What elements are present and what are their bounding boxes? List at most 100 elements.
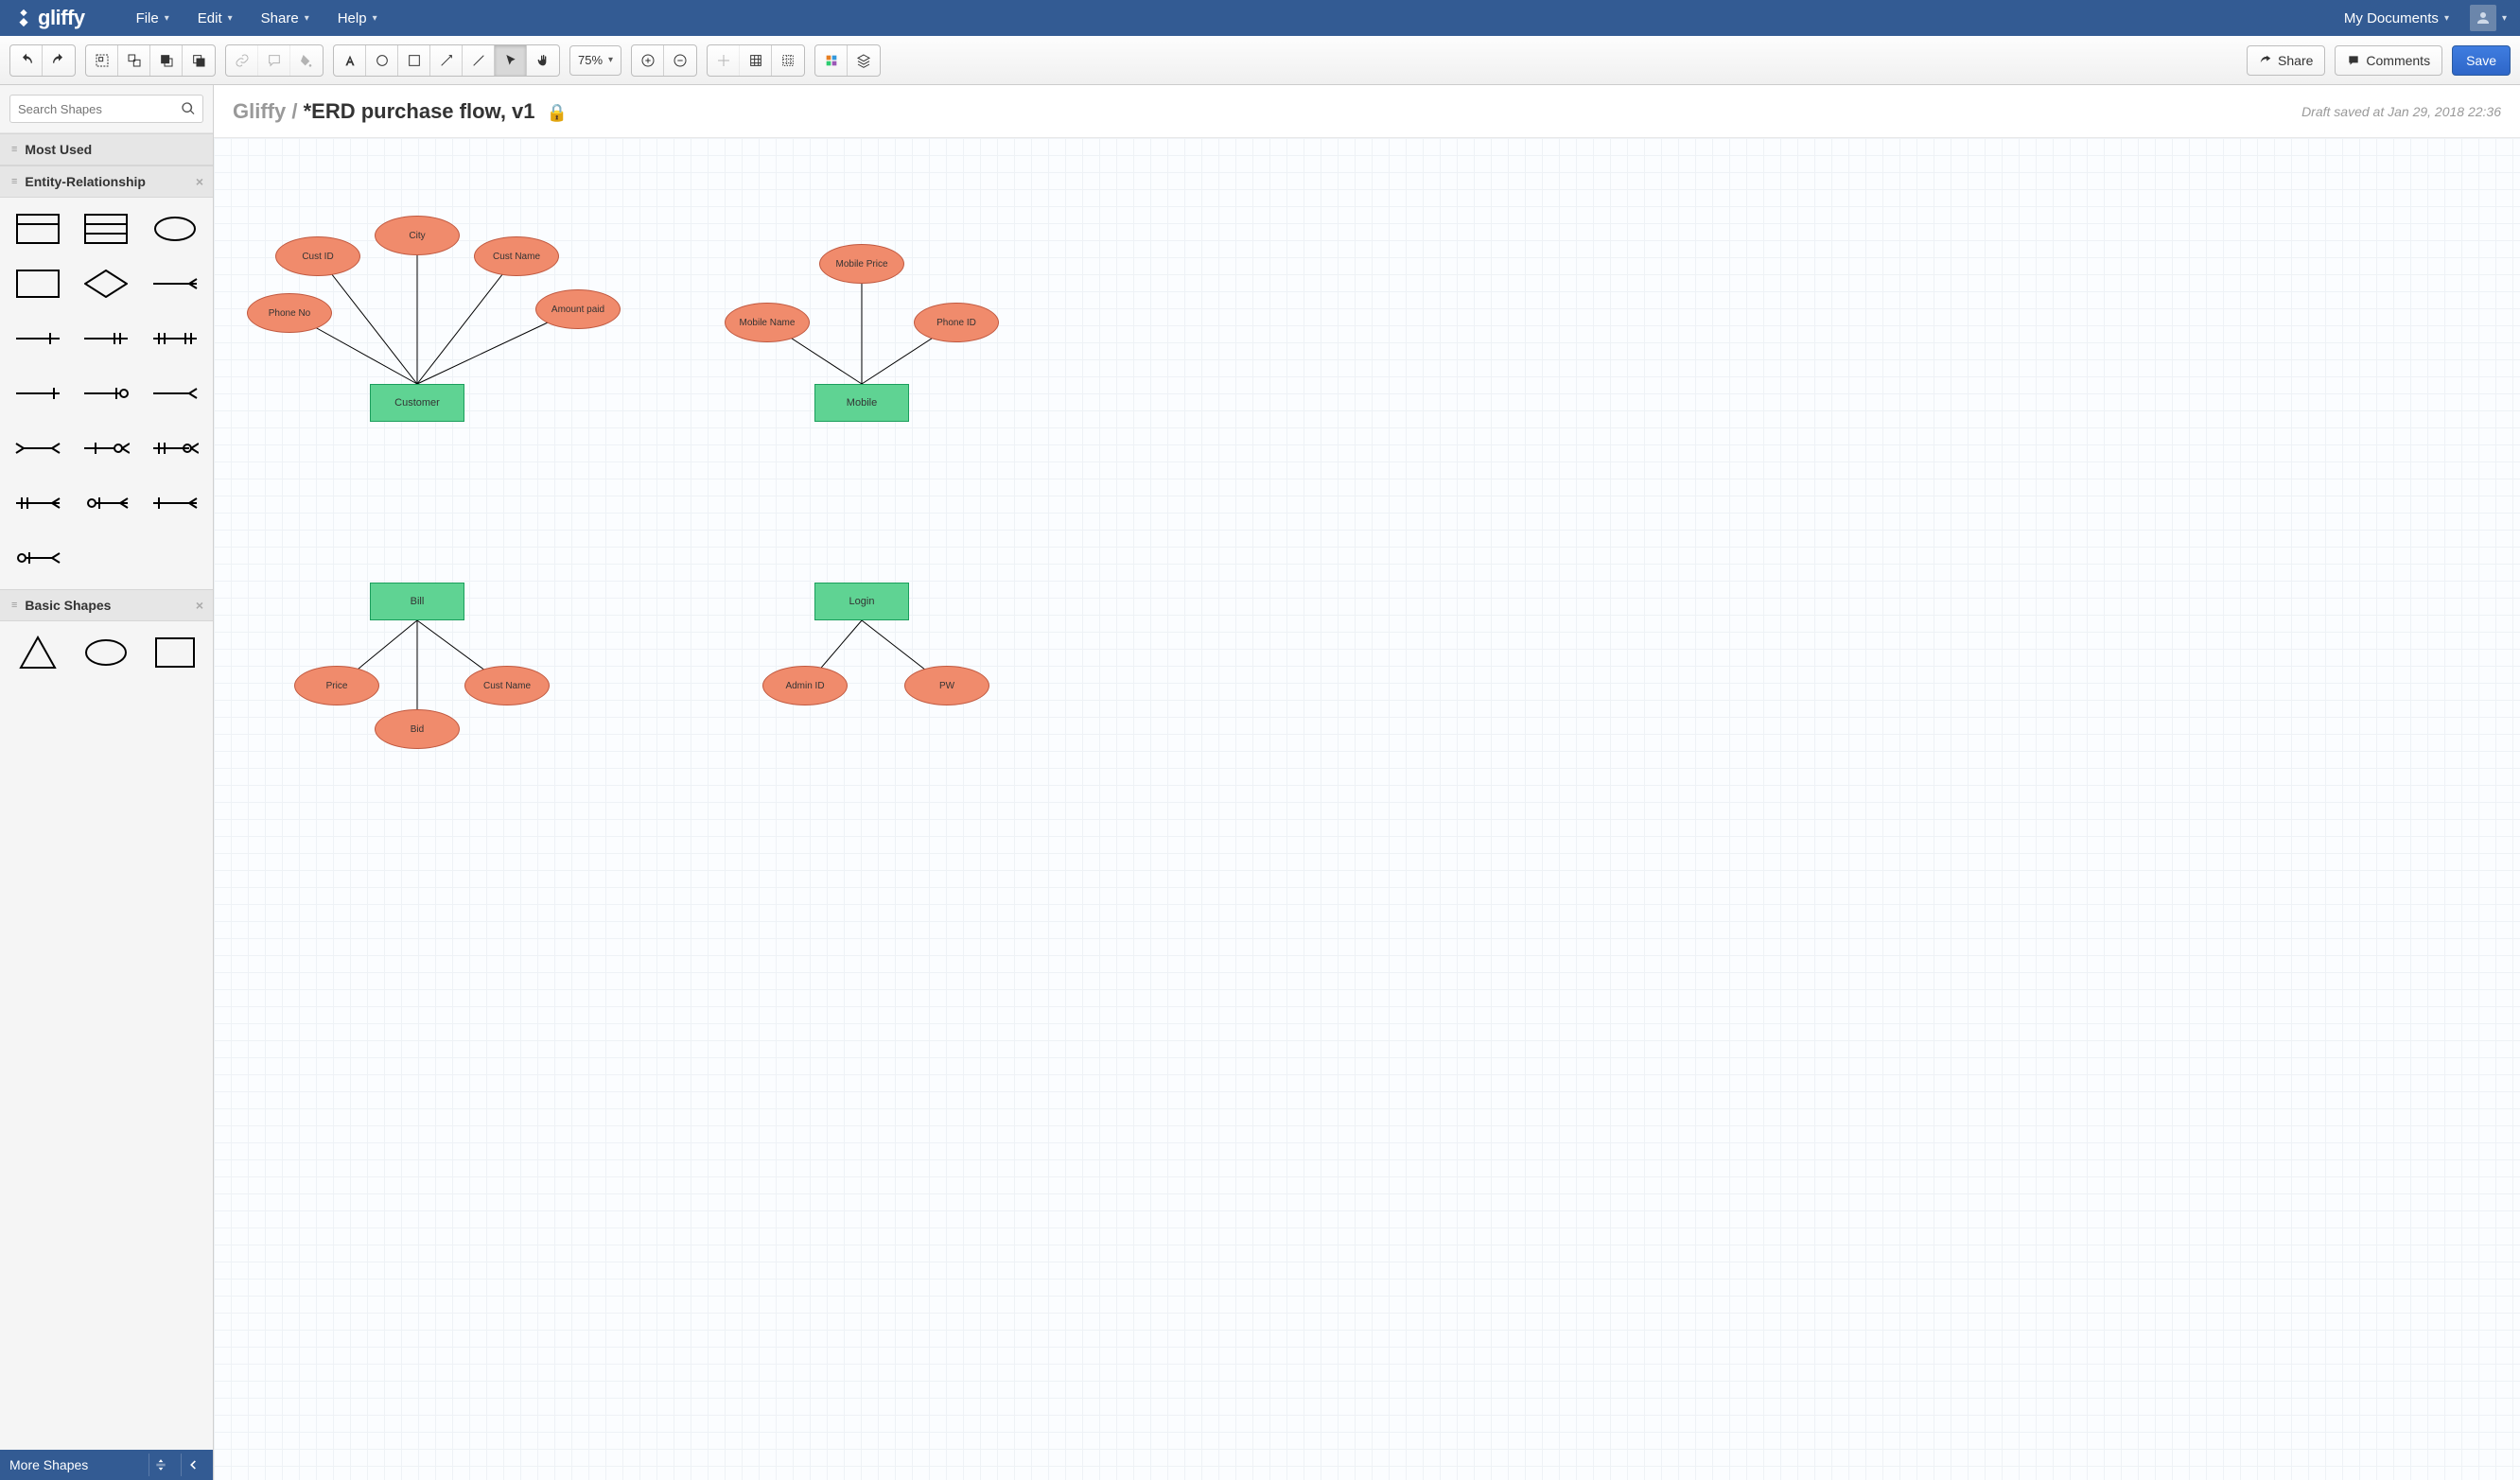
zoom-out-button[interactable] — [664, 45, 696, 76]
erd-entity-login[interactable]: Login — [814, 583, 909, 620]
shape-er-line-doublebar-both[interactable] — [143, 317, 207, 360]
entity-label: Bill — [411, 596, 425, 607]
line-tool-button[interactable] — [463, 45, 495, 76]
grip-icon: ≡ — [11, 176, 17, 187]
shape-er-line-crow-bar-both[interactable] — [143, 427, 207, 470]
shape-er-line-circle-bar-crow[interactable] — [6, 536, 70, 580]
erd-attr-cust-name[interactable]: Cust Name — [474, 236, 559, 276]
breadcrumb-root[interactable]: Gliffy — [233, 99, 286, 123]
undo-button[interactable] — [10, 45, 43, 76]
section-most-used-label: Most Used — [25, 142, 92, 157]
section-basic-shapes[interactable]: ≡Basic Shapes× — [0, 589, 213, 621]
section-most-used[interactable]: ≡Most Used — [0, 133, 213, 165]
shape-er-line-crow-both[interactable] — [6, 427, 70, 470]
erd-attr-pw[interactable]: PW — [904, 666, 989, 705]
group-button[interactable] — [86, 45, 118, 76]
shape-er-diamond[interactable] — [74, 262, 138, 305]
search-input[interactable] — [9, 95, 203, 123]
shape-ellipse[interactable] — [74, 631, 138, 674]
document-title[interactable]: *ERD purchase flow, v1 — [304, 99, 535, 123]
section-entity-relationship[interactable]: ≡Entity-Relationship× — [0, 165, 213, 198]
zoom-select[interactable]: 75%▾ — [569, 45, 621, 76]
save-label: Save — [2466, 53, 2496, 68]
close-icon[interactable]: × — [196, 598, 203, 613]
text-tool-button[interactable] — [334, 45, 366, 76]
grid-button[interactable] — [740, 45, 772, 76]
pan-tool-button[interactable] — [527, 45, 559, 76]
rect-tool-button[interactable] — [398, 45, 430, 76]
shape-er-line-crow2[interactable] — [143, 372, 207, 415]
line-icon — [471, 53, 486, 68]
comments-button[interactable]: Comments — [2335, 45, 2442, 76]
ellipse-tool-button[interactable] — [366, 45, 398, 76]
caret-down-icon: ▾ — [305, 13, 309, 24]
shape-er-line-circle-crow-both[interactable] — [74, 481, 138, 525]
shape-er-table[interactable] — [6, 207, 70, 251]
shape-er-line-bar-crow-both[interactable] — [6, 481, 70, 525]
canvas-scroll[interactable]: Customer Phone No Cust ID City Cust Name… — [214, 138, 2520, 1480]
save-button[interactable]: Save — [2452, 45, 2511, 76]
shape-rectangle[interactable] — [143, 631, 207, 674]
connector-tool-button[interactable] — [430, 45, 463, 76]
erd-attr-cust-name-2[interactable]: Cust Name — [464, 666, 550, 705]
erd-attr-phone-no[interactable]: Phone No — [247, 293, 332, 333]
breadcrumb: Gliffy / *ERD purchase flow, v1 🔒 — [233, 99, 568, 124]
shape-er-line-bar-crow[interactable] — [143, 481, 207, 525]
erd-attr-bid[interactable]: Bid — [375, 709, 460, 749]
shape-er-line-doublebar[interactable] — [74, 317, 138, 360]
shape-er-line-crow[interactable] — [143, 262, 207, 305]
attr-label: Cust ID — [302, 252, 333, 262]
entity-label: Mobile — [847, 397, 877, 409]
shape-er-line-plain[interactable] — [6, 372, 70, 415]
more-shapes-button[interactable]: More Shapes — [9, 1457, 88, 1472]
erd-attr-amount-paid[interactable]: Amount paid — [535, 289, 621, 329]
menu-my-documents[interactable]: My Documents▾ — [2331, 5, 2462, 32]
caret-down-icon[interactable]: ▾ — [2502, 13, 2507, 24]
snap-button — [708, 45, 740, 76]
shape-er-table-rows[interactable] — [74, 207, 138, 251]
grid-icon — [748, 53, 763, 68]
collapse-sections-button[interactable] — [149, 1454, 171, 1476]
shape-er-line-crow-circle[interactable] — [74, 427, 138, 470]
user-avatar[interactable] — [2470, 5, 2496, 31]
share-button[interactable]: Share — [2247, 45, 2325, 76]
search-shapes-field[interactable] — [9, 95, 203, 123]
theme-button[interactable] — [815, 45, 848, 76]
shape-er-ellipse[interactable] — [143, 207, 207, 251]
shape-er-line-circle[interactable] — [74, 372, 138, 415]
close-icon[interactable]: × — [196, 174, 203, 189]
menu-edit[interactable]: Edit▾ — [184, 5, 246, 32]
shape-triangle[interactable] — [6, 631, 70, 674]
menu-help[interactable]: Help▾ — [324, 5, 391, 32]
redo-button[interactable] — [43, 45, 75, 76]
erd-entity-mobile[interactable]: Mobile — [814, 384, 909, 422]
erd-attr-city[interactable]: City — [375, 216, 460, 255]
layers-button[interactable] — [848, 45, 880, 76]
erd-entity-customer[interactable]: Customer — [370, 384, 464, 422]
erd-attr-phone-id[interactable]: Phone ID — [914, 303, 999, 342]
shape-er-line-bar[interactable] — [6, 317, 70, 360]
ungroup-button[interactable] — [118, 45, 150, 76]
collapse-sidebar-button[interactable] — [181, 1454, 203, 1476]
bring-front-button[interactable] — [150, 45, 183, 76]
undo-redo-group — [9, 44, 76, 77]
send-back-button[interactable] — [183, 45, 215, 76]
zoom-in-button[interactable] — [632, 45, 664, 76]
entity-label: Login — [849, 596, 875, 607]
guides-button[interactable] — [772, 45, 804, 76]
pointer-tool-button[interactable] — [495, 45, 527, 76]
diagram-layer[interactable]: Customer Phone No Cust ID City Cust Name… — [214, 138, 1727, 989]
erd-entity-bill[interactable]: Bill — [370, 583, 464, 620]
menu-share[interactable]: Share▾ — [248, 5, 323, 32]
shape-er-rect[interactable] — [6, 262, 70, 305]
erd-attr-mobile-name[interactable]: Mobile Name — [725, 303, 810, 342]
theme-icon — [824, 53, 839, 68]
erd-attr-price[interactable]: Price — [294, 666, 379, 705]
lock-icon: 🔒 — [547, 103, 568, 122]
erd-attr-admin-id[interactable]: Admin ID — [762, 666, 848, 705]
erd-attr-mobile-price[interactable]: Mobile Price — [819, 244, 904, 284]
erd-attr-cust-id[interactable]: Cust ID — [275, 236, 360, 276]
snap-icon — [716, 53, 731, 68]
menu-file[interactable]: File▾ — [123, 5, 183, 32]
menubar-items: File▾ Edit▾ Share▾ Help▾ — [123, 5, 391, 32]
